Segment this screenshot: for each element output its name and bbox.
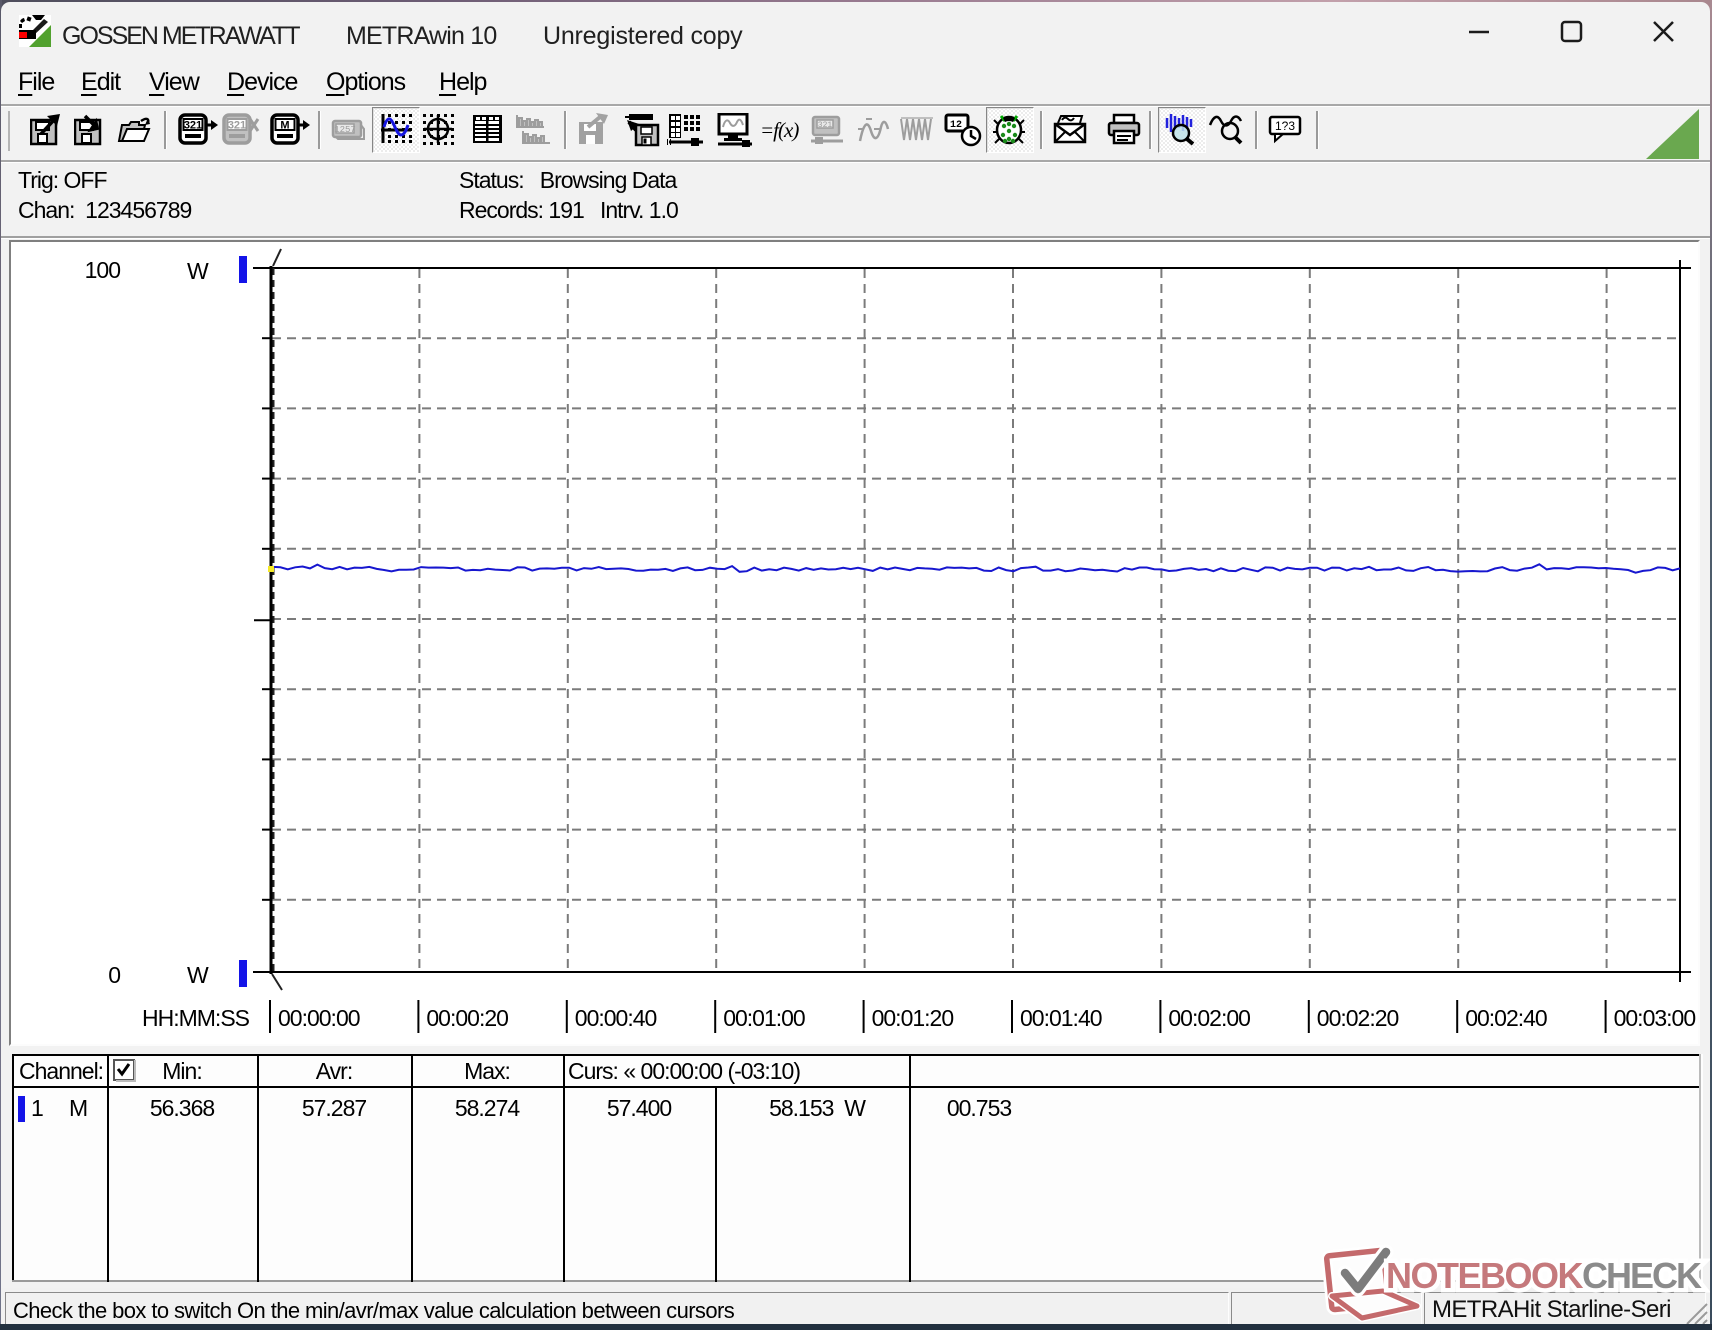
- svg-text:NOTEBOOKCHECK: NOTEBOOKCHECK: [1386, 1255, 1702, 1296]
- svg-text:HH:MM:SS: HH:MM:SS: [142, 1005, 250, 1031]
- svg-text:00:01:40: 00:01:40: [1020, 1005, 1102, 1031]
- svg-text:W: W: [187, 258, 209, 284]
- svg-text:00:02:00: 00:02:00: [1168, 1005, 1250, 1031]
- svg-text:00:00:00: 00:00:00: [278, 1005, 360, 1031]
- svg-text:100: 100: [85, 257, 121, 283]
- svg-text:W: W: [187, 962, 209, 988]
- svg-text:00:02:40: 00:02:40: [1465, 1005, 1547, 1031]
- svg-text:0: 0: [108, 962, 120, 988]
- svg-text:00:02:20: 00:02:20: [1317, 1005, 1399, 1031]
- svg-text:00:01:00: 00:01:00: [723, 1005, 805, 1031]
- svg-text:00:00:20: 00:00:20: [426, 1005, 508, 1031]
- svg-text:00:03:00: 00:03:00: [1614, 1005, 1696, 1031]
- svg-text:00:00:40: 00:00:40: [575, 1005, 657, 1031]
- svg-text:00:01:20: 00:01:20: [872, 1005, 954, 1031]
